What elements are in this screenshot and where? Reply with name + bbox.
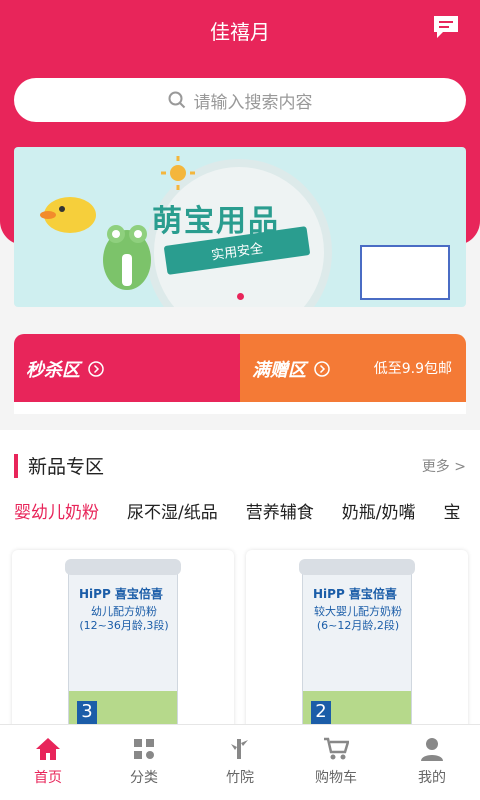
nav-bamboo-label: 竹院 xyxy=(226,770,254,786)
message-icon[interactable] xyxy=(432,14,460,40)
nav-category[interactable]: 分类 xyxy=(96,725,192,800)
gift-zone-note: 低至9.9包邮 xyxy=(373,361,452,377)
section-accent-bar xyxy=(14,453,18,478)
gift-zone-tile[interactable]: 满赠区 低至9.9包邮 xyxy=(240,334,466,414)
nav-cart-label: 购物车 xyxy=(315,770,357,786)
flash-sale-tile[interactable]: 秒杀区 xyxy=(14,334,240,414)
search-input[interactable]: 请输入搜索内容 xyxy=(14,78,466,122)
can-rim xyxy=(65,559,181,575)
more-link[interactable]: 更多 > xyxy=(422,456,466,476)
sun-icon xyxy=(161,156,195,190)
flash-sale-label: 秒杀区 xyxy=(26,360,80,381)
product-brand: HiPP 喜宝倍喜 xyxy=(313,587,397,601)
tile-strip xyxy=(14,402,240,414)
tab-nutrition[interactable]: 营养辅食 xyxy=(246,498,314,536)
product-card[interactable]: HiPP 喜宝倍喜 较大婴儿配方奶粉 (6~12月龄,2段) 2 xyxy=(246,550,468,750)
product-brand: HiPP 喜宝倍喜 xyxy=(79,587,163,601)
user-icon xyxy=(421,738,443,761)
nav-cart[interactable]: 购物车 xyxy=(288,725,384,800)
tab-infant-formula[interactable]: 婴幼儿奶粉 xyxy=(14,498,99,536)
circle-arrow-icon xyxy=(314,361,330,377)
nav-profile-label: 我的 xyxy=(418,770,446,786)
tab-bottles[interactable]: 奶瓶/奶嘴 xyxy=(342,498,416,536)
nav-home-label: 首页 xyxy=(34,770,62,786)
gift-zone-label-wrap: 满赠区 xyxy=(252,356,330,382)
bamboo-icon xyxy=(231,739,248,759)
duck-toy-icon xyxy=(40,197,96,233)
category-tabs: 婴幼儿奶粉 尿不湿/纸品 营养辅食 奶瓶/奶嘴 宝 xyxy=(0,498,480,536)
product-label: 幼儿配方奶粉 (12~36月龄,3段) xyxy=(79,605,169,632)
cart-icon xyxy=(324,737,349,760)
page-title: 佳禧月 xyxy=(210,19,270,44)
nav-category-label: 分类 xyxy=(130,770,158,786)
grid-icon xyxy=(134,739,154,759)
can-rim xyxy=(299,559,415,575)
formula-can-image: HiPP 喜宝倍喜 幼儿配方奶粉 (12~36月龄,3段) 3 xyxy=(65,559,181,740)
flash-sale-label-wrap: 秒杀区 xyxy=(26,356,104,382)
search-icon xyxy=(168,91,185,109)
home-icon xyxy=(36,738,60,760)
search-placeholder: 请输入搜索内容 xyxy=(193,92,313,113)
nav-profile[interactable]: 我的 xyxy=(384,725,480,800)
tab-diapers[interactable]: 尿不湿/纸品 xyxy=(127,498,218,536)
carousel-dot[interactable] xyxy=(236,293,244,300)
circle-arrow-icon xyxy=(88,361,104,377)
product-card[interactable]: HiPP 喜宝倍喜 幼儿配方奶粉 (12~36月龄,3段) 3 xyxy=(12,550,234,750)
tile-strip xyxy=(240,402,466,414)
section-title: 新品专区 xyxy=(28,456,105,478)
gift-zone-label: 满赠区 xyxy=(252,360,306,381)
nav-home[interactable]: 首页 xyxy=(0,725,96,800)
product-label: 较大婴儿配方奶粉 (6~12月龄,2段) xyxy=(314,605,402,632)
carousel-indicator xyxy=(0,285,480,304)
top-bar: 佳禧月 xyxy=(0,0,480,60)
formula-can-image: HiPP 喜宝倍喜 较大婴儿配方奶粉 (6~12月龄,2段) 2 xyxy=(299,559,415,740)
bottom-navigation: 首页 分类 竹院 购物车 我的 xyxy=(0,724,480,800)
tab-more-cut[interactable]: 宝 xyxy=(443,498,460,536)
section-header: 新品专区 xyxy=(14,452,104,479)
nav-bamboo[interactable]: 竹院 xyxy=(192,725,288,800)
app-root: 佳禧月 请输入搜索内容 萌宝用品 实用安全 秒杀区 满赠区 低至9.9包邮 新品… xyxy=(0,0,480,800)
